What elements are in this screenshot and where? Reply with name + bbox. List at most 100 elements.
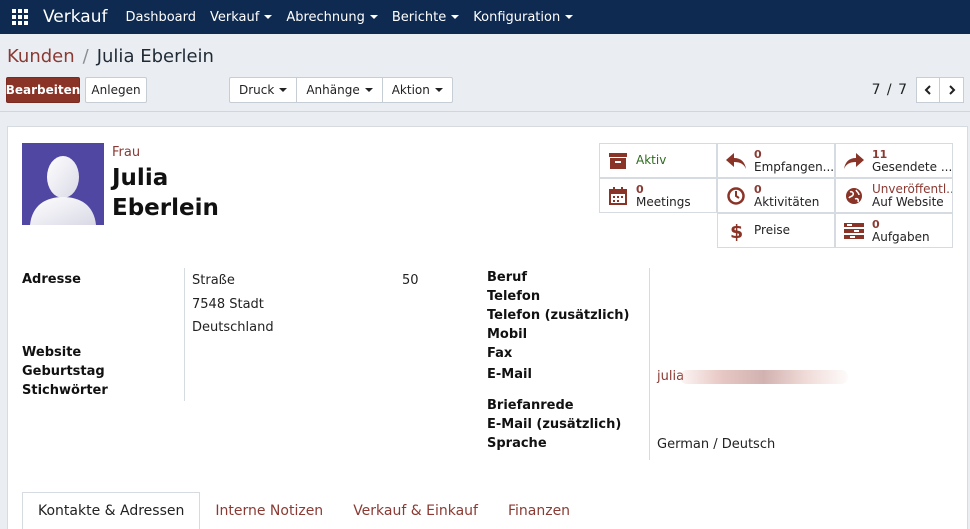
menu-berichte-label: Berichte [391,9,447,25]
website-label: Auf Website [872,194,944,209]
sent-label: Gesendete ... [872,159,952,174]
phone2-label: Telefon (zusätzlich) [487,308,630,323]
phone-label: Telefon [487,289,541,304]
notebook-tabs: Kontakte & Adressen Interne Notizen Verk… [22,492,585,529]
birthday-label: Geburtstag [22,364,105,379]
meetings-button[interactable]: 0 Meetings [599,178,717,213]
zip-city-field[interactable]: 7548 Stadt [192,297,264,312]
caret-down-icon [565,15,574,19]
meetings-text: 0 Meetings [636,183,691,209]
partner-name[interactable]: Julia Eberlein [112,163,219,223]
pricelists-label: Preise [754,224,791,237]
edit-button[interactable]: Bearbeiten [6,77,80,103]
partner-title[interactable]: Frau [112,145,140,160]
avatar[interactable] [22,143,104,225]
archive-icon [600,152,636,169]
print-dropdown-label: Druck [239,83,275,97]
salutation-label: Briefanrede [487,398,574,413]
street-field[interactable]: Straße [192,273,235,288]
tags-label: Stichwörter [22,383,108,398]
sent-text: 11 Gesendete ... [872,148,952,174]
attachments-dropdown[interactable]: Anhänge [297,78,383,102]
tab-accounting[interactable]: Finanzen [493,492,585,529]
received-mails-button[interactable]: 0 Empfangen... [717,143,835,178]
country-field[interactable]: Deutschland [192,320,274,335]
sent-mails-button[interactable]: 11 Gesendete ... [835,143,953,178]
partner-first-name: Julia [112,165,169,191]
globe-icon [836,187,872,205]
menu-konfiguration-label: Konfiguration [473,9,561,25]
chevron-left-icon [924,85,931,95]
received-label: Empfangen... [754,159,834,174]
menu-konfiguration[interactable]: Konfiguration [473,9,574,25]
pricelists-button[interactable]: $ Preise [717,213,835,248]
tasks-button[interactable]: 0 Aufgaben [835,213,953,248]
share-icon [836,152,872,170]
apps-grid-icon[interactable] [0,0,40,34]
dollar-icon: $ [718,221,754,241]
tab-contacts-addresses[interactable]: Kontakte & Adressen [22,492,201,529]
attachments-dropdown-label: Anhänge [306,83,360,97]
pager-value[interactable]: 7 / 7 [872,82,908,98]
svg-text:$: $ [730,221,743,241]
tasks-label: Aufgaben [872,229,930,244]
active-toggle-button[interactable]: Aktiv [599,143,717,178]
field-divider [649,268,650,460]
action-dropdowns: Druck Anhänge Aktion [229,77,453,103]
breadcrumb-separator: / [82,46,89,67]
mobile-label: Mobil [487,327,528,342]
caret-down-icon [264,15,273,19]
fax-label: Fax [487,346,513,361]
partner-last-name: Eberlein [112,195,219,221]
breadcrumb-kunden-link[interactable]: Kunden [7,46,75,67]
pager-next-button[interactable] [940,77,964,103]
control-panel: Kunden / Julia Eberlein Bearbeiten Anleg… [0,34,970,112]
activities-button[interactable]: 0 Aktivitäten [717,178,835,213]
pager-previous-button[interactable] [916,77,940,103]
action-dropdown[interactable]: Aktion [383,78,452,102]
email2-label: E-Mail (zusätzlich) [487,417,622,432]
person-placeholder-icon [30,156,96,225]
tasks-text: 0 Aufgaben [872,218,930,244]
website-publish-button[interactable]: Unveröffentl... Auf Website [835,178,953,213]
breadcrumb-current: Julia Eberlein [96,46,214,67]
tab-sales-purchase[interactable]: Verkauf & Einkauf [338,492,493,529]
caret-down-icon [279,88,288,92]
meetings-label: Meetings [636,194,691,209]
caret-down-icon [451,15,460,19]
menu-dashboard-label: Dashboard [125,9,197,25]
clock-icon [718,186,754,205]
pager: 7 / 7 [872,77,964,103]
activities-text: 0 Aktivitäten [754,183,819,209]
menu-berichte[interactable]: Berichte [391,9,460,25]
tab-internal-notes[interactable]: Interne Notizen [200,492,338,529]
street-number-field[interactable]: 50 [402,273,419,288]
menu-verkauf[interactable]: Verkauf [210,9,273,25]
menu-verkauf-label: Verkauf [210,9,260,25]
caret-down-icon [434,88,443,92]
menu-abrechnung-label: Abrechnung [286,9,365,25]
job-label: Beruf [487,270,528,285]
website-label: Website [22,345,82,360]
address-label: Adresse [22,272,81,287]
menu-dashboard[interactable]: Dashboard [125,10,196,25]
received-text: 0 Empfangen... [754,148,834,174]
caret-down-icon [364,88,373,92]
top-navbar: Verkauf Dashboard Verkauf Abrechnung Ber… [0,0,970,34]
action-dropdown-label: Aktion [391,83,430,97]
print-dropdown[interactable]: Druck [230,78,298,102]
activities-label: Aktivitäten [754,194,820,209]
chevron-right-icon [948,85,955,95]
tasks-icon [836,222,872,240]
email-redaction [680,370,848,384]
language-label: Sprache [487,436,547,451]
reply-icon [718,152,754,170]
field-divider [184,268,185,401]
caret-down-icon [369,15,378,19]
calendar-icon [600,186,636,205]
menu-abrechnung[interactable]: Abrechnung [286,10,378,25]
app-name[interactable]: Verkauf [43,7,107,27]
language-field[interactable]: German / Deutsch [657,437,775,452]
create-button[interactable]: Anlegen [85,77,147,103]
website-text: Unveröffentl... Auf Website [872,183,952,209]
